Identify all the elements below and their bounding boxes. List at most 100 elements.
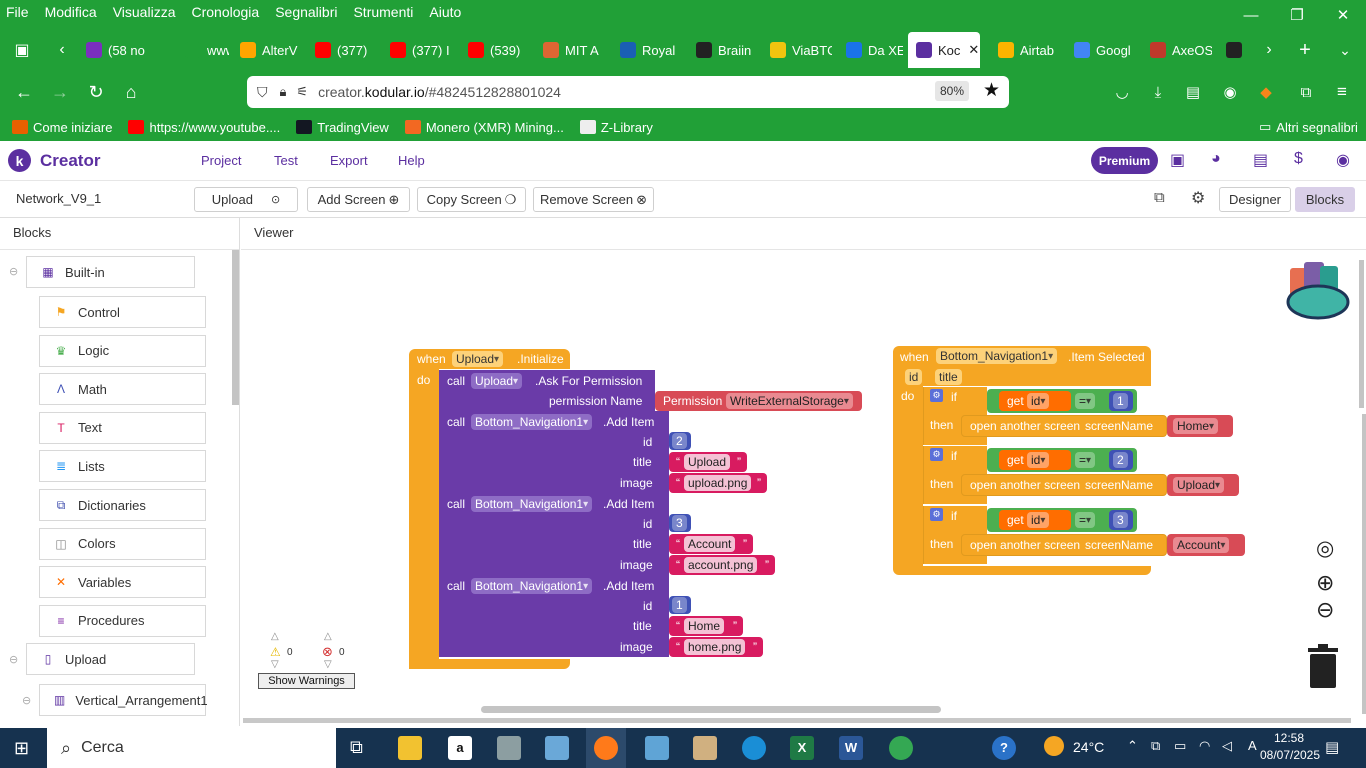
screen-dropdown[interactable]: Account xyxy=(1173,537,1230,553)
mutator-gear-icon[interactable]: ⚙ xyxy=(930,448,943,461)
firefox-taskbar-active[interactable] xyxy=(586,728,626,768)
vertical-scrollbar[interactable] xyxy=(1359,260,1364,408)
warning-up-icon[interactable]: △ xyxy=(271,631,279,642)
shield-icon[interactable]: ⛉ xyxy=(257,84,268,101)
gallery-icon[interactable]: ▣ xyxy=(1170,150,1185,170)
tab-scroll-right-icon[interactable]: › xyxy=(1256,32,1282,68)
mutator-gear-icon[interactable]: ⚙ xyxy=(930,389,943,402)
reader-icon[interactable]: ▤ xyxy=(1175,72,1211,112)
when-item-selected-block[interactable]: when Bottom_Navigation1 .Item Selected i… xyxy=(893,346,1151,386)
new-tab-icon[interactable]: + xyxy=(1292,32,1318,68)
downloads-icon[interactable]: ⤓ xyxy=(1140,72,1176,112)
id-value[interactable]: 2 xyxy=(672,433,687,449)
operator-dropdown[interactable]: = xyxy=(1075,512,1096,528)
usb-icon[interactable]: ⧉ xyxy=(1151,738,1160,754)
metamask-icon[interactable]: ◆ xyxy=(1248,72,1284,112)
palette-icon[interactable]: ◕ xyxy=(1211,150,1221,168)
text-block[interactable]: “Home” xyxy=(669,616,743,636)
nav-test[interactable]: Test xyxy=(274,153,298,168)
id-value[interactable]: 3 xyxy=(672,515,687,531)
language-icon[interactable]: A xyxy=(1248,738,1257,753)
screen-name-block[interactable]: Home xyxy=(1167,415,1233,437)
word-icon[interactable]: W xyxy=(839,736,863,760)
text-block[interactable]: “upload.png” xyxy=(669,473,767,493)
category-text[interactable]: T Text xyxy=(39,411,206,444)
arrangement-component[interactable]: ▥ Vertical_Arrangement1 xyxy=(39,684,208,716)
close-tab-icon[interactable]: ✕ xyxy=(968,42,979,58)
menu-cronologia[interactable]: Cronologia xyxy=(191,4,259,20)
pocket-icon[interactable]: ◡ xyxy=(1104,72,1140,112)
error-down-icon[interactable]: ▽ xyxy=(324,659,332,670)
designer-button[interactable]: Designer xyxy=(1219,187,1291,212)
close-window-icon[interactable]: ✕ xyxy=(1320,0,1366,30)
zoom-level[interactable]: 80% xyxy=(935,81,970,101)
open-screen-block[interactable]: open another screen screenName xyxy=(961,415,1167,437)
operator-dropdown[interactable]: = xyxy=(1075,452,1096,468)
help-icon[interactable]: ? xyxy=(992,736,1016,760)
minimize-icon[interactable]: — xyxy=(1228,0,1274,30)
clock-date[interactable]: 08/07/2025 xyxy=(1258,748,1322,762)
permissions-icon[interactable]: ⚟ xyxy=(296,84,308,100)
builtin-category[interactable]: ▦ Built-in xyxy=(26,256,195,288)
add-item-block[interactable]: call Bottom_Navigation1 .Add Item id title im… xyxy=(439,493,669,575)
gear-icon[interactable]: ⚙ xyxy=(1191,188,1205,208)
collapse-screen-icon[interactable]: ⊖ xyxy=(9,653,18,666)
browser-tab[interactable]: Airtab xyxy=(990,32,1060,68)
category-colors[interactable]: ◫ Colors xyxy=(39,527,206,560)
param-title[interactable]: title xyxy=(935,369,962,385)
image-value[interactable]: home.png xyxy=(684,639,746,655)
bookmark-item[interactable]: Come iniziare xyxy=(12,120,112,135)
nav-component-dropdown[interactable]: Bottom_Navigation1 xyxy=(471,578,593,594)
compare-block[interactable]: getid = 2 xyxy=(987,448,1137,472)
category-logic[interactable]: ♛ Logic xyxy=(39,334,206,367)
text-block[interactable]: “home.png” xyxy=(669,637,763,657)
task-view-icon[interactable]: ⧉ xyxy=(350,737,363,758)
text-block[interactable]: “account.png” xyxy=(669,555,775,575)
browser-tab[interactable]: Royal xyxy=(612,32,682,68)
browser-tab[interactable]: (377) I xyxy=(382,32,452,68)
id-value[interactable]: 1 xyxy=(672,597,687,613)
variable-dropdown[interactable]: id xyxy=(1027,452,1050,468)
menu-visualizza[interactable]: Visualizza xyxy=(113,4,176,20)
nav-help[interactable]: Help xyxy=(398,153,425,168)
tab-scroll-left-icon[interactable]: ‹ xyxy=(48,32,76,68)
add-item-block[interactable]: call Bottom_Navigation1 .Add Item id title im… xyxy=(439,411,669,493)
add-screen-button[interactable]: Add Screen ⊕ xyxy=(307,187,410,212)
volume-icon[interactable]: ◁ xyxy=(1222,738,1232,754)
image-value[interactable]: account.png xyxy=(684,557,758,573)
forward-icon[interactable]: → xyxy=(42,72,78,112)
category-procedures[interactable]: ≡ Procedures xyxy=(39,604,206,637)
text-block[interactable]: “Account” xyxy=(669,534,753,554)
nav-component-dropdown[interactable]: Bottom_Navigation1 xyxy=(471,496,593,512)
add-item-block[interactable]: call Bottom_Navigation1 .Add Item id title im… xyxy=(439,575,669,657)
recenter-icon[interactable]: ◎ xyxy=(1316,536,1334,561)
back-icon[interactable]: ← xyxy=(6,72,42,112)
tab-overview-icon[interactable]: ▣ xyxy=(6,32,38,68)
number-block[interactable]: 2 xyxy=(669,432,691,450)
copy-screen-button[interactable]: Copy Screen ❍ xyxy=(417,187,526,212)
extensions-icon[interactable]: ⧉ xyxy=(1288,72,1324,112)
browser-tab[interactable]: (539) xyxy=(460,32,530,68)
backpack-icon[interactable] xyxy=(1284,256,1354,320)
ask-component-dropdown[interactable]: Upload xyxy=(471,373,523,389)
title-value[interactable]: Upload xyxy=(684,454,731,470)
browser-tab[interactable]: ViaBTC xyxy=(762,32,832,68)
app-icon-2[interactable] xyxy=(645,736,669,760)
hamburger-menu-icon[interactable]: ≡ xyxy=(1324,72,1360,112)
operator-dropdown[interactable]: = xyxy=(1075,393,1096,409)
remove-screen-button[interactable]: Remove Screen ⊗ xyxy=(533,187,654,212)
amazon-icon[interactable]: a xyxy=(448,736,472,760)
battery-icon[interactable]: ▭ xyxy=(1174,738,1186,754)
trash-icon[interactable] xyxy=(1305,644,1341,688)
browser-tab[interactable]: (58 no xyxy=(78,32,168,68)
clock-time[interactable]: 12:58 xyxy=(1264,731,1314,745)
docs-icon[interactable]: ▤ xyxy=(1253,150,1268,170)
menu-aiuto[interactable]: Aiuto xyxy=(429,4,461,20)
home-icon[interactable]: ⌂ xyxy=(113,72,149,112)
bookmark-item[interactable]: Monero (XMR) Mining... xyxy=(404,120,564,135)
compare-number[interactable]: 1 xyxy=(1113,393,1128,409)
taskbar-search[interactable]: ⌕ Cerca xyxy=(47,728,336,768)
nav-component-dropdown[interactable]: Bottom_Navigation1 xyxy=(471,414,593,430)
browser-tab[interactable]: AxeOS xyxy=(1142,32,1212,68)
screen-select[interactable]: Upload ⊙ xyxy=(194,187,298,212)
